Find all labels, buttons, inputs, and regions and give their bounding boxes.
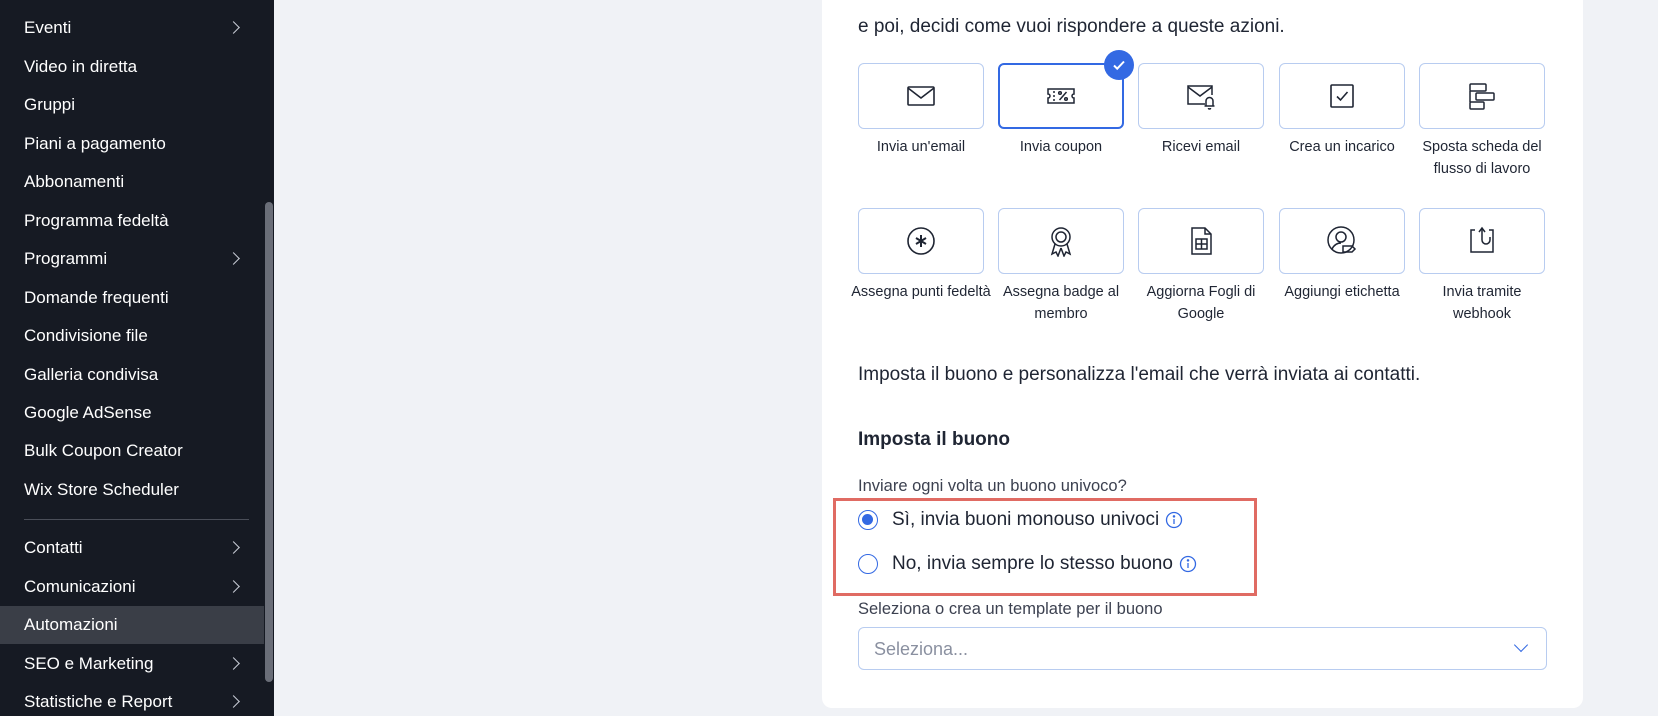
sidebar-item-galleria-condivisa[interactable]: Galleria condivisa <box>0 356 264 394</box>
action-label: Invia tramite webhook <box>1442 284 1522 322</box>
sidebar-item-seo-e-marketing[interactable]: SEO e Marketing <box>0 645 264 683</box>
sidebar-item-label: Condivisione file <box>24 326 148 345</box>
loyalty-points-icon <box>907 227 935 255</box>
coupon-setup-description: Imposta il buono e personalizza l'email … <box>858 364 1421 385</box>
sidebar-item-programmi[interactable]: Programmi <box>0 240 264 278</box>
action-label: Aggiorna Fogli di Google <box>1146 284 1256 322</box>
sidebar-item-label: Gruppi <box>24 95 76 114</box>
template-select-label: Seleziona o crea un template per il buon… <box>858 600 1163 618</box>
action-tile-update-google-sheets[interactable] <box>1138 208 1264 274</box>
chevron-right-icon <box>227 541 240 554</box>
chevron-down-icon <box>1513 637 1529 653</box>
info-icon[interactable] <box>1179 555 1197 573</box>
envelope-icon <box>907 86 935 106</box>
sidebar-item-label: Programma fedeltà <box>24 211 169 230</box>
sidebar-item-label: Programmi <box>24 249 108 268</box>
radio-option-unique-coupons[interactable]: Sì, invia buoni monouso univoci <box>858 509 1183 531</box>
sidebar-item-domande-frequenti[interactable]: Domande frequenti <box>0 279 264 317</box>
radio-label: No, invia sempre lo stesso buono <box>892 553 1173 574</box>
template-select[interactable]: Seleziona... <box>858 627 1547 670</box>
radio-button[interactable] <box>858 554 878 574</box>
sidebar-item-piani-a-pagamento[interactable]: Piani a pagamento <box>0 125 264 163</box>
section-title: Imposta il buono <box>858 429 1010 450</box>
action-label: Invia un'email <box>876 139 966 155</box>
badge-ribbon-icon <box>1050 227 1072 257</box>
action-tile-send-webhook[interactable] <box>1419 208 1545 274</box>
action-label: Assegna punti fedeltà <box>851 284 991 300</box>
task-checkbox-icon <box>1330 84 1354 108</box>
sidebar-scrollbar-thumb[interactable] <box>265 202 273 682</box>
sidebar-item-comunicazioni[interactable]: Comunicazioni <box>0 568 264 606</box>
sidebar-item-label: Wix Store Scheduler <box>24 480 179 499</box>
sidebar-item-label: Contatti <box>24 538 83 557</box>
sidebar-item-label: Statistiche e Report <box>24 692 173 711</box>
radio-label: Sì, invia buoni monouso univoci <box>892 509 1160 530</box>
sidebar-item-label: Galleria condivisa <box>24 365 159 384</box>
google-sheets-icon <box>1191 227 1212 255</box>
info-icon[interactable] <box>1165 511 1183 529</box>
sidebar-item-programma-fedelta[interactable]: Programma fedeltà <box>0 202 264 240</box>
sidebar-item-label: Bulk Coupon Creator <box>24 441 183 460</box>
action-label: Invia coupon <box>1019 139 1103 155</box>
action-tile-assign-member-badge[interactable] <box>998 208 1124 274</box>
sidebar-item-label: Eventi <box>24 18 72 37</box>
webhook-icon <box>1470 226 1494 253</box>
sidebar-item-gruppi[interactable]: Gruppi <box>0 86 264 124</box>
action-label: Ricevi email <box>1161 139 1241 155</box>
sidebar-item-wix-store-scheduler[interactable]: Wix Store Scheduler <box>0 471 264 509</box>
action-label: Crea un incarico <box>1289 139 1395 155</box>
action-tile-send-email[interactable] <box>858 63 984 129</box>
coupon-icon <box>1047 88 1075 104</box>
envelope-bell-icon <box>1187 85 1215 110</box>
radio-button[interactable] <box>858 510 878 530</box>
radio-option-same-coupon[interactable]: No, invia sempre lo stesso buono <box>858 553 1197 575</box>
intro-text: e poi, decidi come vuoi rispondere a que… <box>858 16 1285 37</box>
sidebar-item-automazioni[interactable]: Automazioni <box>0 606 264 644</box>
sidebar-item-bulk-coupon-creator[interactable]: Bulk Coupon Creator <box>0 432 264 470</box>
sidebar-item-label: Comunicazioni <box>24 577 136 596</box>
action-tile-move-workflow-card[interactable] <box>1419 63 1545 129</box>
sidebar-item-label: Video in diretta <box>24 57 138 76</box>
action-label: Assegna badge al membro <box>1002 284 1120 322</box>
sidebar-item-label: Domande frequenti <box>24 288 169 307</box>
sidebar-item-label: Google AdSense <box>24 403 152 422</box>
sidebar-item-statistiche-e-report[interactable]: Statistiche e Report <box>0 683 264 716</box>
sidebar-item-label: Automazioni <box>24 615 118 634</box>
sidebar-item-label: SEO e Marketing <box>24 654 154 673</box>
chevron-right-icon <box>227 252 240 265</box>
chevron-right-icon <box>227 21 240 34</box>
sidebar-item-eventi[interactable]: Eventi <box>0 9 264 47</box>
sidebar-item-contatti[interactable]: Contatti <box>0 529 264 567</box>
selected-check-icon <box>1104 50 1134 80</box>
action-label: Sposta scheda del flusso di lavoro <box>1422 139 1542 177</box>
sidebar-item-google-adsense[interactable]: Google AdSense <box>0 394 264 432</box>
action-tile-send-coupon[interactable] <box>998 63 1124 129</box>
chevron-right-icon <box>227 580 240 593</box>
sidebar-item-condivisione-file[interactable]: Condivisione file <box>0 317 264 355</box>
action-tile-receive-email[interactable] <box>1138 63 1264 129</box>
chevron-right-icon <box>227 695 240 708</box>
sidebar-item-label: Piani a pagamento <box>24 134 166 153</box>
unique-coupon-question: Inviare ogni volta un buono univoco? <box>858 477 1127 495</box>
sidebar-item-abbonamenti[interactable]: Abbonamenti <box>0 163 264 201</box>
sidebar: Eventi Video in diretta Gruppi Piani a p… <box>0 0 274 716</box>
sidebar-item-video-in-diretta[interactable]: Video in diretta <box>0 48 264 86</box>
select-placeholder: Seleziona... <box>874 639 969 659</box>
sidebar-item-label: Abbonamenti <box>24 172 125 191</box>
user-tag-icon <box>1327 226 1357 254</box>
action-tile-assign-loyalty-points[interactable] <box>858 208 984 274</box>
action-tile-create-task[interactable] <box>1279 63 1405 129</box>
sidebar-divider <box>24 519 249 520</box>
action-label: Aggiungi etichetta <box>1284 284 1400 300</box>
workflow-card-icon <box>1469 83 1495 110</box>
action-tile-add-label[interactable] <box>1279 208 1405 274</box>
chevron-right-icon <box>227 657 240 670</box>
